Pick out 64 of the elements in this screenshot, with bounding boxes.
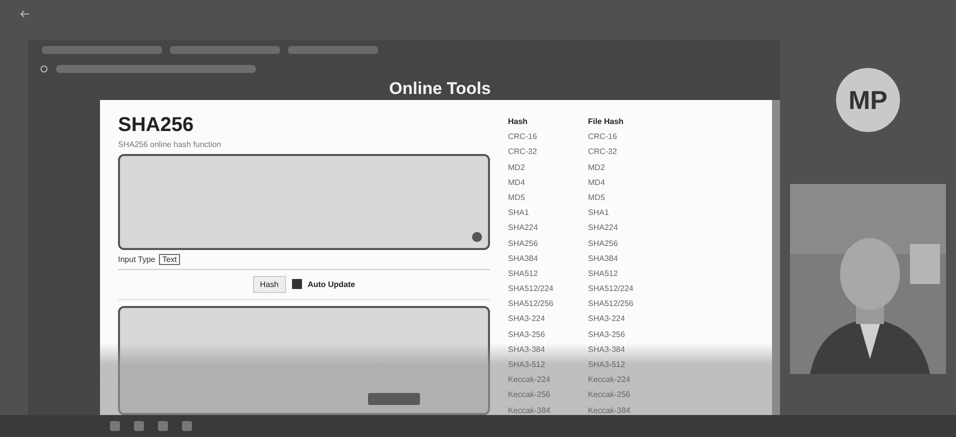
hash-link[interactable]: SHA3-256	[508, 326, 588, 342]
file-hash-link[interactable]: CRC-16	[588, 129, 678, 144]
hash-link[interactable]: SHA512/224	[508, 281, 588, 296]
taskbar-icon[interactable]	[110, 421, 120, 431]
file-hash-link[interactable]: SHA512	[588, 266, 678, 282]
file-hash-link[interactable]: MD4	[588, 174, 678, 190]
taskbar-icon[interactable]	[158, 421, 168, 431]
file-hash-link[interactable]: MD5	[588, 190, 678, 206]
hash-link[interactable]: Keccak-256	[508, 387, 588, 403]
page-subtitle: SHA256 online hash function	[118, 140, 222, 149]
input-type-select[interactable]: Text	[159, 254, 180, 265]
file-hash-link[interactable]: SHA224	[588, 220, 678, 236]
address-bar[interactable]	[56, 65, 256, 73]
file-hash-link[interactable]: CRC-32	[588, 144, 678, 160]
file-hash-link[interactable]: SHA3-384	[588, 342, 678, 357]
output-field[interactable]	[118, 306, 490, 415]
hash-button[interactable]: Hash	[252, 276, 286, 293]
site-title: Online Tools	[388, 78, 492, 100]
reload-icon[interactable]	[40, 65, 48, 73]
hash-link[interactable]: CRC-16	[508, 129, 588, 144]
browser-tab[interactable]	[288, 46, 378, 54]
hash-link[interactable]: MD2	[508, 160, 588, 175]
consent-button[interactable]	[368, 393, 420, 405]
column-header: File Hash	[588, 116, 625, 128]
back-arrow-icon[interactable]	[20, 10, 30, 18]
hash-link[interactable]: SHA256	[508, 236, 588, 251]
scrollbar[interactable]	[772, 100, 780, 415]
hash-link[interactable]: SHA3-384	[508, 342, 588, 357]
taskbar-icon[interactable]	[182, 421, 192, 431]
hash-link[interactable]: Keccak-384	[508, 402, 588, 415]
file-hash-link[interactable]: SHA384	[588, 250, 678, 266]
input-type-label: Input Type	[118, 254, 156, 264]
hash-link[interactable]: SHA3-224	[508, 311, 588, 327]
file-hash-link[interactable]: SHA3-224	[588, 311, 678, 327]
page-title: SHA256	[118, 114, 195, 137]
file-hash-link[interactable]: SHA3-512	[588, 357, 678, 372]
file-hash-link[interactable]: Keccak-224	[588, 372, 678, 388]
browser-tab[interactable]	[42, 46, 162, 54]
hash-link[interactable]: SHA1	[508, 205, 588, 220]
input-field[interactable]	[118, 154, 490, 250]
hash-link[interactable]: SHA512/256	[508, 296, 588, 312]
hash-link[interactable]: SHA224	[508, 220, 588, 236]
hash-link[interactable]: CRC-32	[508, 144, 588, 160]
hash-link[interactable]: SHA3-512	[508, 357, 588, 372]
file-hash-link[interactable]: SHA512/224	[588, 281, 678, 296]
file-hash-link[interactable]: SHA3-256	[588, 326, 678, 342]
hash-link[interactable]: MD4	[508, 174, 588, 190]
hash-link[interactable]: SHA512	[508, 266, 588, 282]
hash-link[interactable]: MD5	[508, 190, 588, 206]
browser-tab[interactable]	[170, 46, 280, 54]
hash-link[interactable]: SHA384	[508, 250, 588, 266]
file-hash-link[interactable]: SHA256	[588, 236, 678, 251]
auto-update-label: Auto Update	[308, 280, 356, 289]
auto-update-checkbox[interactable]	[292, 279, 302, 290]
file-hash-link[interactable]: MD2	[588, 160, 678, 175]
file-hash-link[interactable]: Keccak-384	[588, 402, 678, 415]
file-hash-link[interactable]: Keccak-256	[588, 387, 678, 403]
column-header: Hash	[508, 116, 529, 128]
file-hash-link[interactable]: SHA1	[588, 205, 678, 220]
clear-icon[interactable]	[472, 232, 482, 242]
file-hash-link[interactable]: SHA512/256	[588, 296, 678, 312]
hash-link[interactable]: Keccak-224	[508, 372, 588, 388]
taskbar-icon[interactable]	[134, 421, 144, 431]
participant-avatar: MP	[836, 68, 900, 132]
